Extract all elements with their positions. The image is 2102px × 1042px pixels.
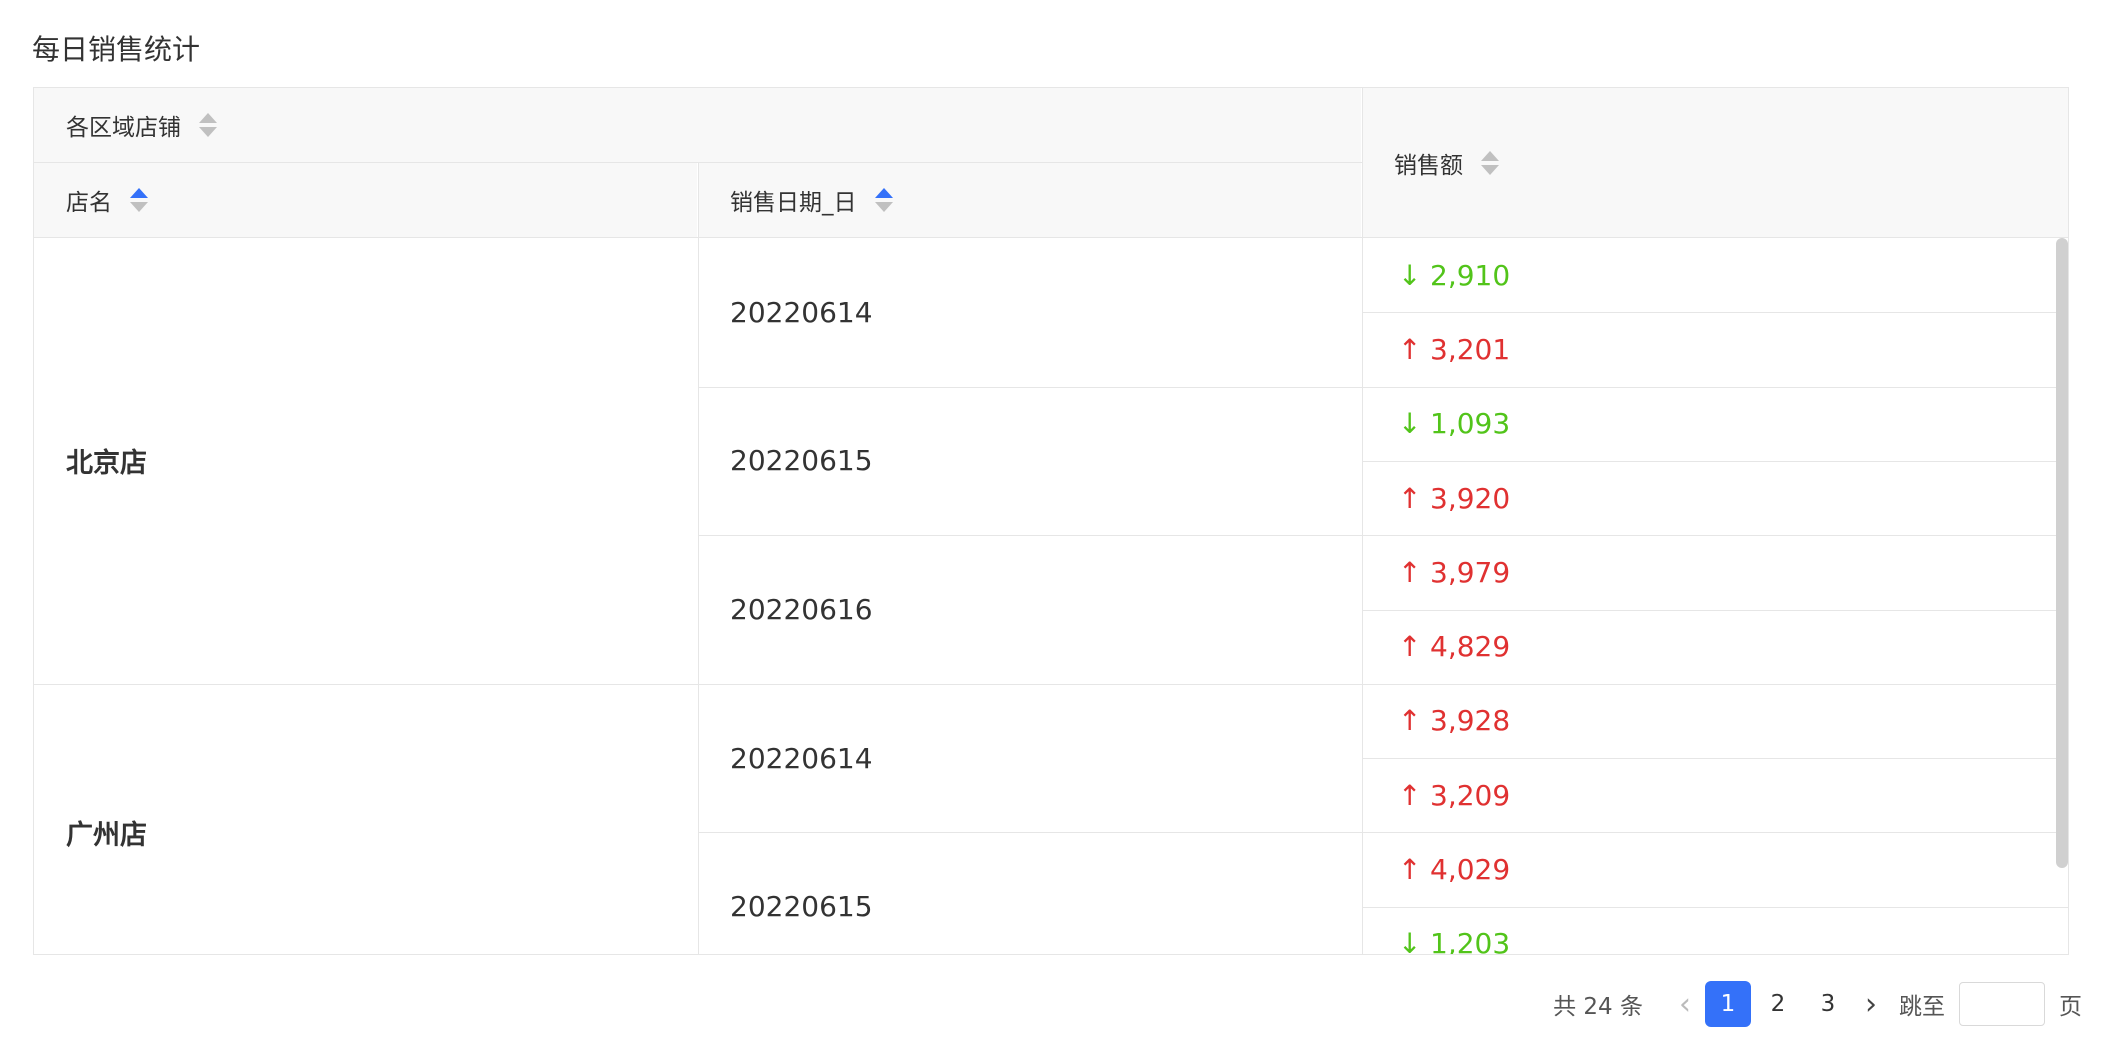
page-button-3[interactable]: 3 bbox=[1805, 981, 1851, 1027]
pagination: 共 24 条 ‹ 123 › 跳至 页 bbox=[1553, 980, 2082, 1028]
jump-label: 跳至 bbox=[1899, 994, 1945, 1020]
date-cell: 20220615 bbox=[730, 444, 873, 478]
sales-amount-value: 4,829 bbox=[1430, 630, 1511, 664]
sales-amount-value: 4,029 bbox=[1430, 853, 1511, 887]
header-shop-name[interactable]: 店名 bbox=[34, 163, 697, 237]
prev-page-icon[interactable]: ‹ bbox=[1667, 987, 1703, 1022]
cell-divider bbox=[1362, 88, 1363, 954]
sales-amount-value: 2,910 bbox=[1430, 258, 1511, 292]
header-amount-label: 销售额 bbox=[1394, 152, 1463, 179]
sort-ascending-icon[interactable] bbox=[874, 188, 893, 212]
header-date-label: 销售日期_日 bbox=[730, 190, 857, 216]
page-title: 每日销售统计 bbox=[32, 33, 201, 66]
date-cell: 20220614 bbox=[730, 741, 873, 775]
sales-amount-value: 3,979 bbox=[1430, 555, 1511, 589]
header-sales-date[interactable]: 销售日期_日 bbox=[698, 163, 1361, 237]
arrow-up-icon: ↑ bbox=[1398, 332, 1422, 366]
date-cell: 20220615 bbox=[730, 890, 873, 924]
cell-divider bbox=[698, 238, 699, 954]
header-shop-label: 店名 bbox=[66, 190, 112, 216]
sort-icon[interactable] bbox=[199, 113, 217, 137]
sales-amount-value: 3,201 bbox=[1430, 332, 1511, 366]
sales-amount-value: 3,928 bbox=[1430, 704, 1511, 738]
page-list: 123 bbox=[1703, 981, 1853, 1027]
sales-amount-cell: ↑ 3,201 bbox=[1362, 312, 2068, 386]
sort-ascending-icon[interactable] bbox=[130, 188, 148, 212]
sales-amount-value: 3,209 bbox=[1430, 778, 1511, 812]
sales-amount-cell: ↑ 4,829 bbox=[1362, 610, 2068, 684]
vertical-scrollbar[interactable] bbox=[2056, 238, 2068, 868]
header-divider bbox=[698, 163, 699, 238]
arrow-up-icon: ↑ bbox=[1398, 630, 1422, 664]
total-count: 共 24 条 bbox=[1553, 994, 1643, 1020]
jump-page-input[interactable] bbox=[1959, 982, 2045, 1026]
arrow-up-icon: ↑ bbox=[1398, 704, 1422, 738]
arrow-up-icon: ↑ bbox=[1398, 853, 1422, 887]
shop-name-cell: 广州店 bbox=[66, 819, 147, 851]
date-cell: 20220614 bbox=[730, 295, 873, 329]
arrow-up-icon: ↑ bbox=[1398, 481, 1422, 515]
shop-name-cell: 北京店 bbox=[66, 448, 147, 480]
sort-icon[interactable] bbox=[1481, 150, 1499, 175]
sales-amount-cell: ↑ 3,979 bbox=[1362, 535, 2068, 609]
arrow-down-icon: ↓ bbox=[1398, 258, 1422, 292]
sales-amount-cell: ↓ 2,910 bbox=[1362, 238, 2068, 312]
page-suffix: 页 bbox=[2059, 994, 2082, 1020]
sales-amount-cell: ↑ 3,928 bbox=[1362, 684, 2068, 758]
sales-amount-value: 3,920 bbox=[1430, 481, 1511, 515]
sales-table: 各区域店铺 店名 销售日期_日 销售额 北京店 20220614 ↓ 2,910 ↑ 3,… bbox=[33, 87, 2069, 955]
header-sales-amount[interactable]: 销售额 bbox=[1362, 88, 2068, 237]
arrow-up-icon: ↑ bbox=[1398, 778, 1422, 812]
sales-amount-cell: ↑ 3,209 bbox=[1362, 758, 2068, 832]
sales-amount-cell: ↓ 1,203 bbox=[1362, 907, 2068, 955]
sales-amount-value: 1,093 bbox=[1430, 407, 1511, 441]
page-button-1[interactable]: 1 bbox=[1705, 981, 1751, 1027]
page-button-2[interactable]: 2 bbox=[1755, 981, 1801, 1027]
arrow-down-icon: ↓ bbox=[1398, 407, 1422, 441]
arrow-down-icon: ↓ bbox=[1398, 927, 1422, 955]
arrow-up-icon: ↑ bbox=[1398, 555, 1422, 589]
next-page-icon[interactable]: › bbox=[1853, 987, 1889, 1022]
header-group-region-shops[interactable]: 各区域店铺 bbox=[34, 88, 1361, 162]
sales-amount-cell: ↑ 4,029 bbox=[1362, 832, 2068, 906]
header-group-label: 各区域店铺 bbox=[66, 115, 181, 141]
sales-amount-cell: ↑ 3,920 bbox=[1362, 461, 2068, 535]
sales-amount-value: 1,203 bbox=[1430, 927, 1511, 955]
date-cell: 20220616 bbox=[730, 592, 873, 626]
sales-amount-cell: ↓ 1,093 bbox=[1362, 387, 2068, 461]
